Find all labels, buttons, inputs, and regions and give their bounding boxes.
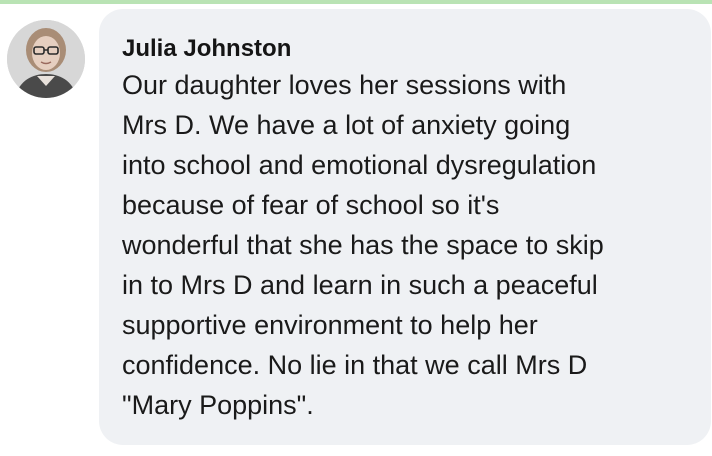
profile-photo-icon [7, 20, 85, 98]
comment-text: Our daughter loves her sessions with Mrs… [122, 70, 604, 420]
comment-bubble: Julia Johnston Our daughter loves her se… [99, 9, 711, 445]
comment-screenshot: Julia Johnston Our daughter loves her se… [0, 0, 712, 456]
comment-author[interactable]: Julia Johnston [122, 35, 691, 63]
avatar[interactable] [7, 20, 85, 98]
top-accent-strip [0, 0, 712, 4]
